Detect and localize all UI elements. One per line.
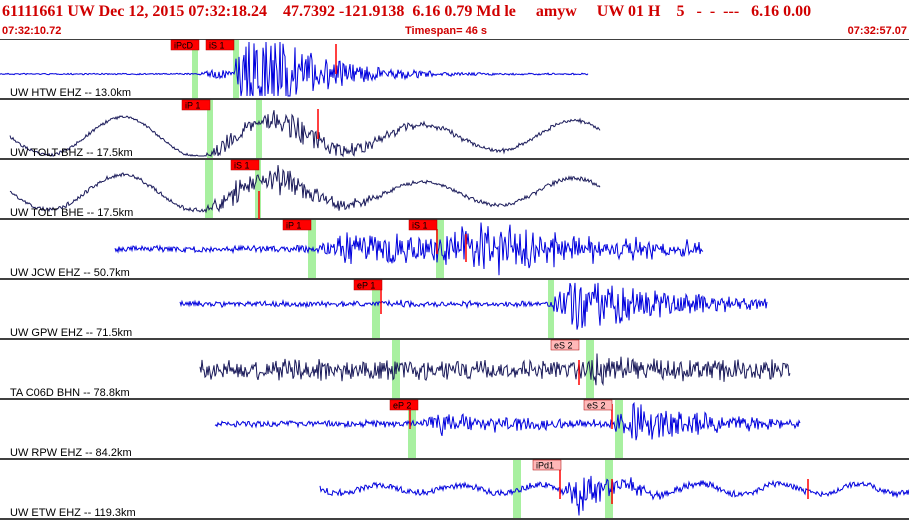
- station-label: UW GPW EHZ -- 71.5km: [10, 327, 132, 339]
- phase-pick-label: iP 1: [286, 221, 301, 231]
- phase-pick-label: eS 2: [554, 341, 573, 351]
- phase-pick-label: iPd1: [536, 461, 554, 471]
- phase-pick[interactable]: iPd1: [532, 459, 562, 471]
- timespan-label: Timespan= 46 s: [405, 25, 488, 37]
- waveform-trace: [114, 222, 704, 276]
- phase-pick[interactable]: iS 1: [408, 219, 438, 231]
- event-title: 61111661 UW Dec 12, 2015 07:32:18.24 47.…: [2, 3, 812, 20]
- waveform-trace: [179, 282, 768, 330]
- phase-pick-label: iS 1: [209, 41, 225, 51]
- phase-pick-label: eP 1: [357, 281, 375, 291]
- seismogram-panel[interactable]: iPcD iS 1 iP 1 iS 1 iP 1 iS 1 eP 1 eS 2 eP 2 eS 2…: [0, 39, 909, 520]
- pick-window: [256, 100, 262, 158]
- waveform-trace: [199, 353, 791, 387]
- start-time: 07:32:10.72: [2, 25, 62, 37]
- station-label: UW TOLT BHE -- 17.5km: [10, 207, 133, 219]
- end-time: 07:32:57.07: [847, 25, 907, 37]
- phase-pick[interactable]: iP 1: [282, 219, 312, 231]
- phase-pick[interactable]: iS 1: [205, 39, 235, 51]
- station-label: UW TOLT BHZ -- 17.5km: [10, 147, 133, 159]
- phase-pick[interactable]: eP 2: [389, 399, 419, 411]
- station-label: UW HTW EHZ -- 13.0km: [10, 87, 131, 99]
- phase-pick[interactable]: iP 1: [181, 99, 211, 111]
- phase-pick-label: iS 1: [412, 221, 428, 231]
- waveform-trace: [9, 165, 601, 214]
- phase-pick[interactable]: iPcD: [170, 39, 200, 51]
- phase-pick[interactable]: eS 2: [550, 339, 580, 351]
- station-label: UW RPW EHZ -- 84.2km: [10, 447, 132, 459]
- phase-pick-label: iPcD: [174, 41, 194, 51]
- phase-pick-label: iS 1: [234, 161, 250, 171]
- phase-pick[interactable]: eS 2: [583, 399, 613, 411]
- phase-pick[interactable]: eP 1: [353, 279, 383, 291]
- station-label: UW JCW EHZ -- 50.7km: [10, 267, 130, 279]
- waveform-trace: [319, 475, 909, 516]
- station-label: TA C06D BHN -- 78.8km: [10, 387, 130, 399]
- phase-pick-label: iP 1: [185, 101, 200, 111]
- phase-pick[interactable]: iS 1: [230, 159, 260, 171]
- waveform-trace: [214, 401, 801, 441]
- event-header: 61111661 UW Dec 12, 2015 07:32:18.24 47.…: [0, 0, 909, 39]
- phase-pick-label: eP 2: [393, 401, 411, 411]
- station-label: UW ETW EHZ -- 119.3km: [10, 507, 136, 519]
- phase-pick-label: eS 2: [587, 401, 606, 411]
